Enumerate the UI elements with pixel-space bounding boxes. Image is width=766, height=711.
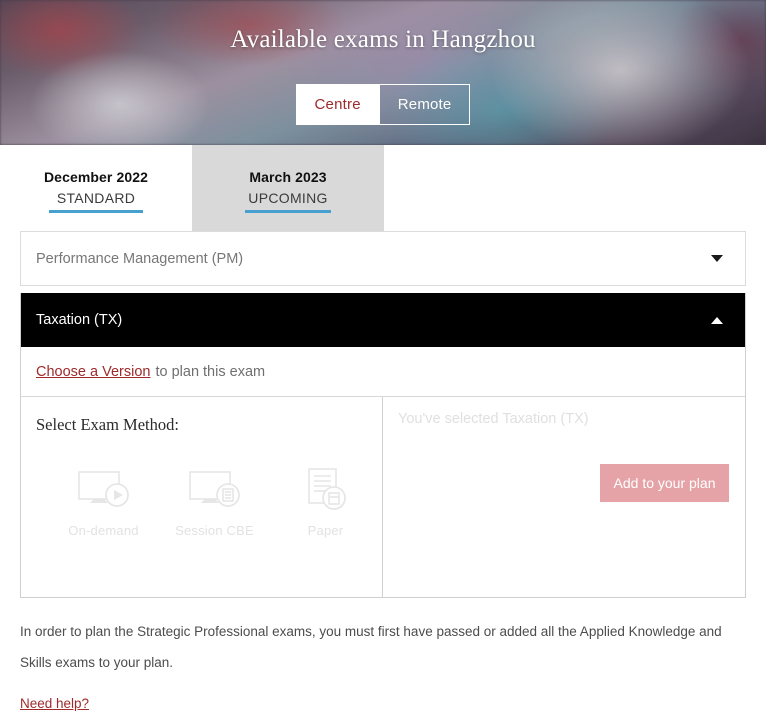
select-exam-method-label: Select Exam Method: [36,415,179,434]
exam-list: Performance Management (PM) Taxation (TX… [0,231,766,598]
exam-method-options: On-demand Session CBE Paper [36,467,382,538]
session-tabs: December 2022 STANDARD March 2023 UPCOMI… [0,145,766,231]
monitor-play-icon [76,467,132,513]
accordion-header-taxation[interactable]: Taxation (TX) [21,293,745,347]
exam-accordion-taxation: Taxation (TX) Choose a Version to plan t… [20,293,746,598]
selected-exam-text: You've selected Taxation (TX) [398,411,589,427]
method-label: Paper [307,523,344,538]
tab-title: December 2022 [43,169,149,185]
version-chooser-row: Choose a Version to plan this exam [21,347,745,397]
selection-pane: You've selected Taxation (TX) Add to you… [383,397,745,597]
tab-underline [49,210,143,213]
exam-name: Performance Management (PM) [36,250,244,267]
method-label: On-demand [68,523,139,538]
exam-row-performance-management[interactable]: Performance Management (PM) [20,231,746,286]
page-title: Available exams in Hangzhou [230,26,536,53]
choose-version-link[interactable]: Choose a Version [36,364,150,380]
tab-subtitle: UPCOMING [248,190,328,206]
method-option-paper[interactable]: Paper [270,467,381,538]
chevron-up-icon[interactable] [711,316,723,324]
exam-mode-toggle: Centre Remote [0,84,766,125]
remote-toggle-button[interactable]: Remote [379,84,471,125]
monitor-document-icon [187,467,243,513]
method-label: Session CBE [175,523,254,538]
tab-december-2022[interactable]: December 2022 STANDARD [0,145,192,231]
centre-toggle-button[interactable]: Centre [295,84,380,125]
method-option-session-cbe[interactable]: Session CBE [159,467,270,538]
planning-note: In order to plan the Strategic Professio… [20,624,722,670]
chevron-down-icon[interactable] [711,255,723,262]
exam-name: Taxation (TX) [36,312,123,328]
tab-title: March 2023 [249,169,327,185]
exam-method-pane: Select Exam Method: On-demand Session CB… [21,397,383,597]
accordion-body: Select Exam Method: On-demand Session CB… [21,397,745,597]
choose-version-rest: to plan this exam [155,363,266,380]
tab-march-2023[interactable]: March 2023 UPCOMING [192,145,384,231]
need-help-link[interactable]: Need help? [20,696,89,711]
method-option-on-demand[interactable]: On-demand [48,467,159,538]
tab-subtitle: STANDARD [56,190,136,206]
tab-underline [245,210,331,213]
add-to-your-plan-button[interactable]: Add to your plan [600,464,729,502]
hero-banner: Available exams in Hangzhou Centre Remot… [0,0,766,145]
paper-document-icon [301,467,351,513]
